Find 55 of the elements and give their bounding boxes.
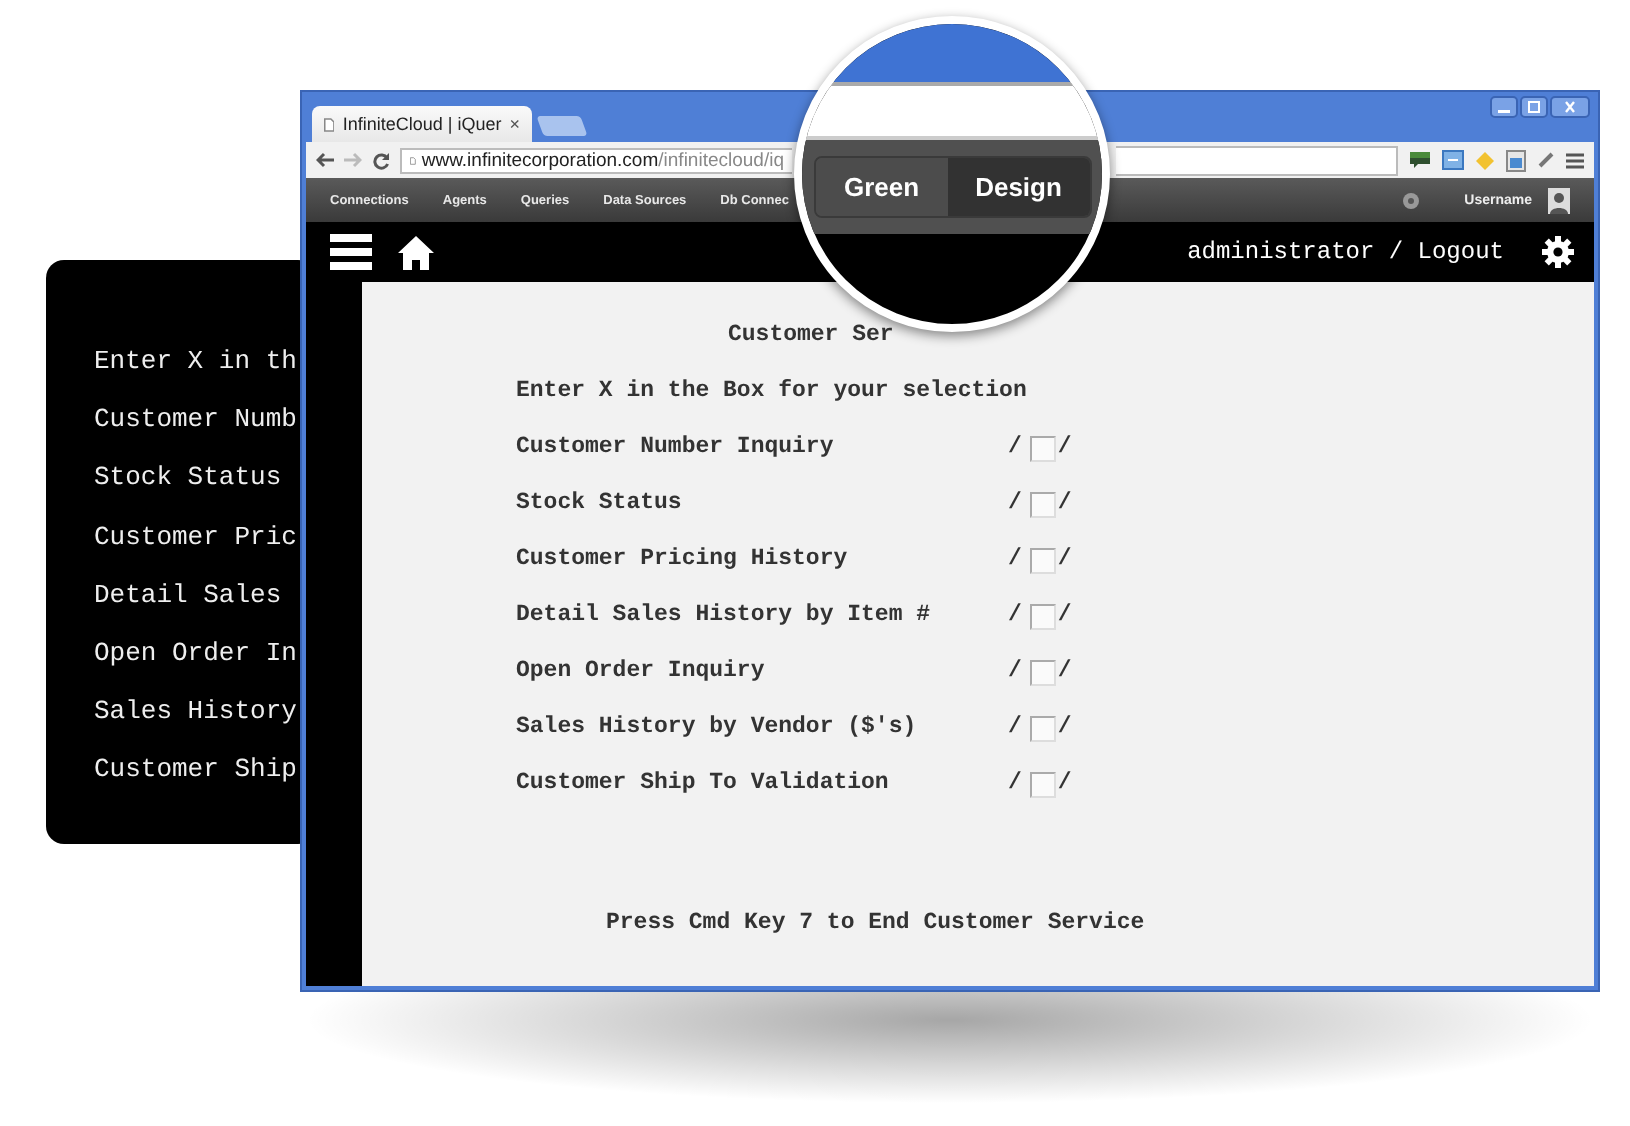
slash-mark: / — [1057, 602, 1072, 630]
option-label: Detail Sales History by Item # — [516, 600, 933, 632]
option-label: Stock Status — [516, 488, 684, 520]
slash-mark: / — [1008, 770, 1022, 798]
footer-text: Press Cmd Key 7 to End Customer Service — [604, 908, 1145, 940]
terminal-line: Customer Numb — [94, 402, 297, 439]
slash-mark: / — [1057, 770, 1072, 798]
slash-mark: / — [1008, 490, 1022, 518]
close-icon[interactable] — [1550, 96, 1590, 118]
slash-mark: / — [1008, 714, 1022, 742]
address-field[interactable]: www.infinitecorporation.com/infinitecloud/iq — [400, 147, 792, 173]
tab-close[interactable]: × — [509, 114, 520, 134]
menu-icon[interactable] — [330, 234, 372, 270]
flag-icon[interactable] — [1408, 150, 1432, 170]
slash-mark: / — [1008, 434, 1022, 462]
page-icon — [410, 151, 416, 169]
slash-mark: / — [1057, 546, 1072, 574]
minimize-icon[interactable] — [1490, 96, 1518, 118]
extension-icon[interactable] — [1442, 150, 1464, 170]
instruction-text: Enter X in the Box for your selection — [516, 376, 1027, 408]
slash-mark: / — [1008, 658, 1022, 686]
screen-title: Customer Ser — [726, 320, 894, 352]
slash-mark: / — [1008, 602, 1022, 630]
terminal-line: Stock Status — [94, 460, 282, 497]
terminal-line: Open Order In — [94, 636, 297, 673]
terminal-line: Customer Pric — [94, 519, 297, 556]
tab-title: InfiniteCloud | iQuer — [342, 114, 502, 134]
menu-icon[interactable] — [1566, 151, 1584, 169]
back-icon[interactable] — [316, 152, 334, 168]
slash-mark: / — [1057, 658, 1072, 686]
browser-tab[interactable]: InfiniteCloud | iQuer × — [312, 106, 532, 142]
terminal-line: Sales History — [94, 694, 297, 731]
option-label: Customer Pricing History — [516, 544, 850, 576]
extension-icon[interactable] — [1506, 149, 1526, 171]
home-icon[interactable] — [398, 235, 434, 269]
avatar-icon[interactable] — [1548, 187, 1570, 213]
theme-toggle[interactable]: Design — [947, 158, 1090, 216]
option-label: Customer Number Inquiry — [516, 432, 836, 464]
theme-toggle[interactable]: Green — [816, 158, 948, 216]
status-icon — [1402, 191, 1421, 209]
option-label: Sales History by Vendor ($'s) — [516, 712, 919, 744]
terminal-line: Enter X in th — [94, 344, 297, 380]
option-label: Open Order Inquiry — [516, 656, 767, 688]
terminal-line: Customer Ship — [94, 752, 297, 789]
slash-mark: / — [1057, 434, 1072, 462]
slash-mark: / — [1057, 714, 1072, 742]
reload-icon[interactable] — [372, 151, 390, 169]
maximize-icon[interactable] — [1520, 96, 1548, 118]
slash-mark: / — [1008, 546, 1022, 574]
settings-icon[interactable] — [1542, 236, 1574, 268]
user-logout-link[interactable]: administrator / Logout — [1187, 238, 1504, 266]
page-icon — [324, 115, 335, 133]
slash-mark: / — [1057, 490, 1072, 518]
terminal-line: Detail Sales — [94, 577, 282, 614]
option-label: Customer Ship To Validation — [516, 768, 891, 800]
